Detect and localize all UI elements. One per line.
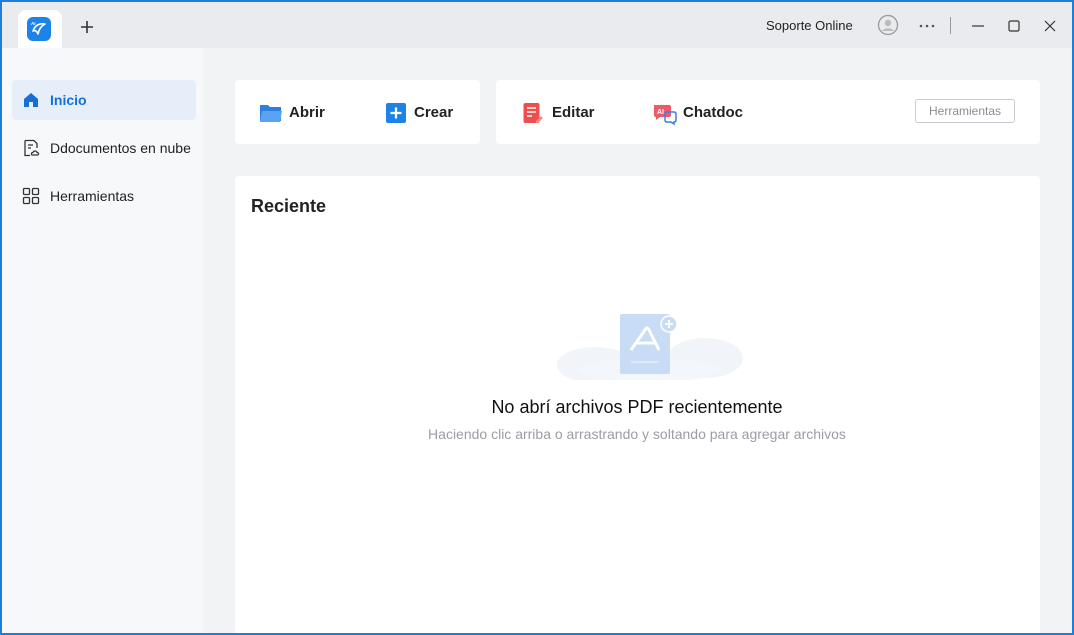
- title-bar: AI Soporte Online: [2, 2, 1072, 48]
- chatdoc-button[interactable]: AI Chatdoc: [652, 102, 762, 126]
- chatdoc-label: Chatdoc: [683, 104, 743, 121]
- empty-pdf-illustration-icon: [557, 314, 743, 380]
- cloud-document-icon: [24, 139, 40, 157]
- svg-text:AI: AI: [31, 21, 36, 26]
- maximize-icon: [1008, 20, 1020, 32]
- edit-actions-card: Editar AI Chatdoc Herramientas: [496, 80, 1040, 144]
- main-content: Abrir Crear Editar AI Chatdoc Herramient…: [203, 48, 1072, 633]
- sidebar: Inicio Ddocumentos en nube Herramientas: [2, 48, 203, 633]
- user-icon: [877, 14, 899, 36]
- maximize-button[interactable]: [1004, 16, 1024, 41]
- minimize-icon: [972, 25, 984, 27]
- grid-icon: [22, 187, 40, 205]
- empty-state-subtitle: Haciendo clic arriba o arrastrando y sol…: [428, 426, 846, 442]
- sidebar-item-label: Ddocumentos en nube: [50, 140, 191, 156]
- close-button[interactable]: [1040, 16, 1060, 41]
- recent-title: Reciente: [251, 196, 327, 216]
- open-label: Abrir: [289, 104, 325, 121]
- edit-button[interactable]: Editar: [522, 102, 612, 124]
- sidebar-item-herramientas[interactable]: Herramientas: [12, 176, 196, 216]
- minimize-button[interactable]: [968, 16, 988, 41]
- home-tab[interactable]: AI: [18, 10, 62, 48]
- ai-badge: AI: [657, 109, 664, 116]
- new-tab-button[interactable]: [76, 16, 98, 38]
- create-button[interactable]: Crear: [385, 102, 465, 124]
- create-label: Crear: [414, 104, 454, 121]
- more-options-button[interactable]: [917, 16, 937, 41]
- plus-icon: [81, 21, 93, 33]
- support-online-link[interactable]: Soporte Online: [766, 18, 853, 33]
- sidebar-item-inicio[interactable]: Inicio: [12, 80, 196, 120]
- sidebar-item-cloud-documents[interactable]: Ddocumentos en nube: [12, 128, 196, 168]
- empty-state-title: No abrí archivos PDF recientemente: [491, 397, 783, 417]
- more-icon: [919, 24, 935, 28]
- sidebar-item-label: Herramientas: [50, 188, 135, 204]
- recent-panel: Reciente No abrí archivos PDF recienteme…: [235, 176, 1040, 633]
- plus-square-icon: [386, 103, 406, 123]
- app-window: AI Soporte Online Inicio Ddocumentos en …: [0, 0, 1074, 635]
- close-icon: [1044, 20, 1056, 32]
- ai-chat-icon: AI: [654, 105, 677, 126]
- edit-document-icon: [523, 103, 543, 123]
- home-icon: [24, 93, 38, 107]
- titlebar-separator: [950, 17, 951, 34]
- edit-label: Editar: [552, 104, 595, 121]
- app-logo-icon: AI: [27, 17, 51, 41]
- sidebar-item-label: Inicio: [50, 92, 87, 108]
- open-button[interactable]: Abrir: [259, 102, 339, 124]
- tools-button[interactable]: Herramientas: [915, 99, 1015, 123]
- folder-open-icon: [260, 105, 282, 122]
- file-actions-card: Abrir Crear: [235, 80, 480, 144]
- user-account-button[interactable]: [877, 14, 899, 41]
